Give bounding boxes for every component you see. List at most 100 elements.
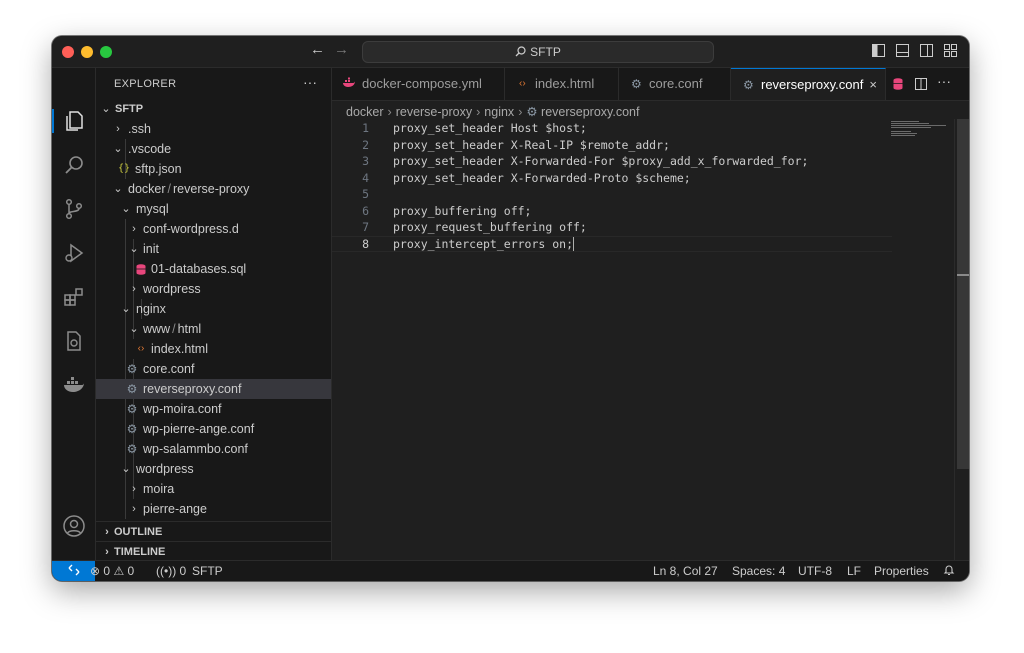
tree-folder-mysql[interactable]: ⌄ mysql [96, 199, 331, 219]
scrollbar-thumb[interactable] [957, 119, 969, 469]
chevron-right-icon: › [105, 526, 109, 538]
breadcrumb-item[interactable]: reverse-proxy [396, 105, 472, 119]
tree-folder-pierre-ange[interactable]: › pierre-ange [96, 499, 331, 519]
indentation[interactable]: Spaces: 4 [732, 561, 785, 581]
chevron-down-icon: ⌄ [113, 143, 123, 155]
end-of-line[interactable]: LF [847, 561, 861, 581]
breadcrumb-item[interactable]: docker [346, 105, 384, 119]
toggle-primary-sidebar-icon[interactable] [872, 44, 885, 57]
database-icon[interactable] [893, 77, 903, 95]
line-text: proxy_set_header X-Forwarded-Proto $sche… [393, 170, 691, 185]
tree-label: wordpress [136, 462, 194, 476]
tree-label: sftp.json [135, 162, 182, 176]
command-center-search[interactable]: SFTP [362, 41, 714, 63]
tree-label: pierre-ange [143, 502, 207, 516]
gear-icon: ⚙ [631, 77, 642, 91]
remote-explorer-icon[interactable] [62, 329, 86, 353]
tab-core-conf[interactable]: ⚙ core.conf [619, 68, 731, 100]
tree-folder-moira[interactable]: › moira [96, 479, 331, 499]
tree-folder-www-html[interactable]: ⌄ www / html [96, 319, 331, 339]
line-number: 3 [362, 154, 369, 168]
tree-label: core.conf [143, 362, 195, 376]
tree-file-sftp-json[interactable]: {} sftp.json [96, 159, 331, 179]
ports-indicator[interactable]: ((•)) 0 [156, 561, 186, 581]
chevron-down-icon: ⌄ [121, 303, 131, 315]
more-actions-icon[interactable]: ··· [937, 73, 961, 89]
more-actions-icon[interactable]: ··· [303, 74, 317, 90]
notifications-bell-icon[interactable] [943, 561, 955, 581]
minimap-line [891, 133, 917, 134]
forward-arrow-icon[interactable]: → [334, 41, 349, 58]
tree-folder-vscode[interactable]: ⌄ .vscode [96, 139, 331, 159]
search-icon[interactable] [62, 153, 86, 177]
breadcrumb-separator: › [387, 105, 392, 119]
workspace-root[interactable]: ⌄ SFTP [96, 99, 331, 119]
tab-index-html[interactable]: ‹› index.html [505, 68, 619, 100]
tab-docker-compose[interactable]: docker-compose.yml [332, 68, 505, 100]
code-line: 4 proxy_set_header X-Forwarded-Proto $sch… [332, 170, 892, 186]
toggle-secondary-sidebar-icon[interactable] [920, 44, 933, 57]
tab-label: core.conf [649, 76, 703, 91]
line-number: 4 [362, 170, 369, 185]
html-icon: ‹› [519, 78, 526, 89]
docker-icon[interactable] [62, 373, 86, 397]
tree-file-reverseproxy-conf[interactable]: ⚙ reverseproxy.conf [96, 379, 331, 399]
tree-file-wp-moira-conf[interactable]: ⚙ wp-moira.conf [96, 399, 331, 419]
run-and-debug-icon[interactable] [62, 241, 86, 265]
gear-icon: ⚙ [126, 442, 138, 456]
maximize-window-button[interactable] [100, 46, 112, 58]
remote-icon [68, 564, 80, 578]
remote-indicator[interactable] [52, 561, 95, 581]
problems-indicator[interactable]: ⊗ 0 ⚠ 0 [90, 561, 134, 581]
toggle-panel-icon[interactable] [896, 44, 909, 57]
tree-file-wp-pierre-ange-conf[interactable]: ⚙ wp-pierre-ange.conf [96, 419, 331, 439]
cursor-position[interactable]: Ln 8, Col 27 [653, 561, 718, 581]
tree-folder-conf-wordpress[interactable]: › conf-wordpress.d [96, 219, 331, 239]
tree-label: .vscode [128, 142, 172, 156]
explorer-title: EXPLORER [114, 78, 177, 90]
back-arrow-icon[interactable]: ← [310, 41, 325, 58]
extensions-icon[interactable] [62, 285, 86, 309]
breadcrumb-item[interactable]: reverseproxy.conf [541, 105, 639, 119]
minimap[interactable] [891, 119, 951, 139]
tree-folder-docker-reverse-proxy[interactable]: ⌄ docker / reverse-proxy [96, 179, 331, 199]
minimap-line [891, 121, 919, 122]
tree-label: wp-moira.conf [143, 402, 222, 416]
customize-layout-icon[interactable] [944, 44, 957, 57]
tree-folder-wordpress[interactable]: ⌄ wordpress [96, 459, 331, 479]
tree-file-databases-sql[interactable]: 01-databases.sql [96, 259, 331, 279]
encoding[interactable]: UTF-8 [798, 561, 832, 581]
breadcrumb-item[interactable]: nginx [484, 105, 514, 119]
tree-file-wp-salammbo-conf[interactable]: ⚙ wp-salammbo.conf [96, 439, 331, 459]
minimize-window-button[interactable] [81, 46, 93, 58]
tree-folder-ssh[interactable]: › .ssh [96, 119, 331, 139]
tree-label: init [143, 242, 159, 256]
accounts-icon[interactable] [62, 514, 86, 538]
sftp-status[interactable]: SFTP [192, 561, 223, 581]
close-window-button[interactable] [62, 46, 74, 58]
tree-label: .ssh [128, 122, 151, 136]
explorer-icon[interactable] [62, 109, 86, 133]
warning-count: 0 [127, 564, 135, 578]
tree-folder-init[interactable]: ⌄ init [96, 239, 331, 259]
tree-file-core-conf[interactable]: ⚙ core.conf [96, 359, 331, 379]
error-icon: ⊗ [90, 564, 101, 578]
minimap-line [891, 123, 929, 124]
line-number: 2 [362, 137, 369, 152]
tab-reverseproxy-conf[interactable]: ⚙ reverseproxy.conf × [731, 68, 886, 100]
split-editor-icon[interactable] [915, 77, 927, 95]
vscode-window: ← → SFTP EXPLORER ··· ⌄ SFTP › .ssh ⌄ .v… [52, 36, 969, 581]
tree-folder-wordpress-mysql[interactable]: › wordpress [96, 279, 331, 299]
chevron-down-icon: ⌄ [129, 243, 139, 255]
tree-label: wp-salammbo.conf [143, 442, 248, 456]
gear-icon: ⚙ [126, 422, 138, 436]
outline-section-header[interactable]: › OUTLINE [96, 521, 331, 542]
language-mode[interactable]: Properties [874, 561, 929, 581]
timeline-section-header[interactable]: › TIMELINE [96, 541, 331, 562]
close-tab-icon[interactable]: × [869, 69, 877, 101]
tree-folder-nginx[interactable]: ⌄ nginx [96, 299, 331, 319]
tree-file-index-html[interactable]: ‹› index.html [96, 339, 331, 359]
source-control-icon[interactable] [62, 197, 86, 221]
line-number: 6 [362, 203, 369, 218]
outline-label: OUTLINE [114, 526, 163, 538]
